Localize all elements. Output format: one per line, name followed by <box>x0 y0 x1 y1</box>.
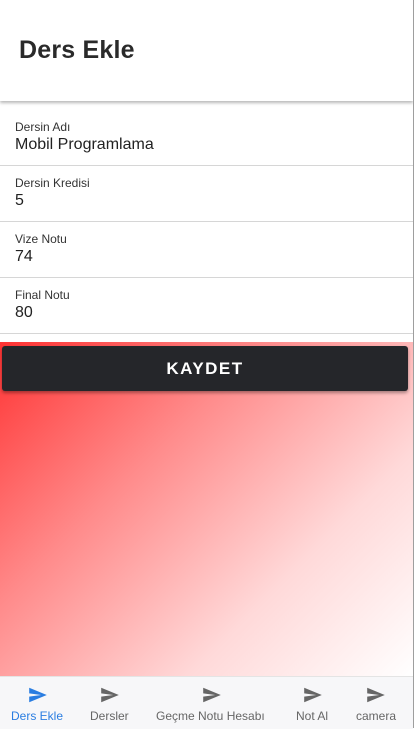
nav-label: Geçme Notu Hesabı <box>156 709 265 723</box>
course-credit-input[interactable] <box>15 192 395 210</box>
send-icon <box>29 687 47 703</box>
midterm-grade-label: Vize Notu <box>15 232 67 246</box>
course-credit-label: Dersin Kredisi <box>15 176 90 190</box>
nav-label: Ders Ekle <box>11 709 64 723</box>
send-icon <box>367 687 385 703</box>
nav-item-gecme-notu-hesabi[interactable]: Geçme Notu Hesabı <box>144 677 280 729</box>
final-grade-field[interactable]: Final Notu <box>0 278 413 334</box>
bottom-navigation: Ders Ekle Dersler Geçme Notu Hesabı Not … <box>0 676 413 729</box>
save-button[interactable]: KAYDET <box>2 346 408 391</box>
course-form: Dersin Adı Dersin Kredisi Vize Notu Fina… <box>0 110 413 334</box>
course-name-label: Dersin Adı <box>15 120 71 134</box>
final-grade-input[interactable] <box>15 304 395 322</box>
page-title: Ders Ekle <box>19 36 135 64</box>
nav-item-dersler[interactable]: Dersler <box>78 677 144 729</box>
midterm-grade-input[interactable] <box>15 248 395 266</box>
nav-label: Not Al <box>296 709 329 723</box>
nav-label: Dersler <box>90 709 129 723</box>
nav-label: camera <box>356 709 397 723</box>
send-icon <box>101 687 119 703</box>
nav-item-camera[interactable]: camera <box>346 677 413 729</box>
final-grade-label: Final Notu <box>15 288 70 302</box>
course-credit-field[interactable]: Dersin Kredisi <box>0 166 413 222</box>
course-name-field[interactable]: Dersin Adı <box>0 110 413 166</box>
nav-item-not-al[interactable]: Not Al <box>280 677 346 729</box>
send-icon <box>304 687 322 703</box>
nav-item-ders-ekle[interactable]: Ders Ekle <box>0 677 78 729</box>
gradient-background <box>0 342 413 676</box>
send-icon <box>203 687 221 703</box>
midterm-grade-field[interactable]: Vize Notu <box>0 222 413 278</box>
app-bar: Ders Ekle <box>0 0 413 101</box>
course-name-input[interactable] <box>15 136 395 154</box>
